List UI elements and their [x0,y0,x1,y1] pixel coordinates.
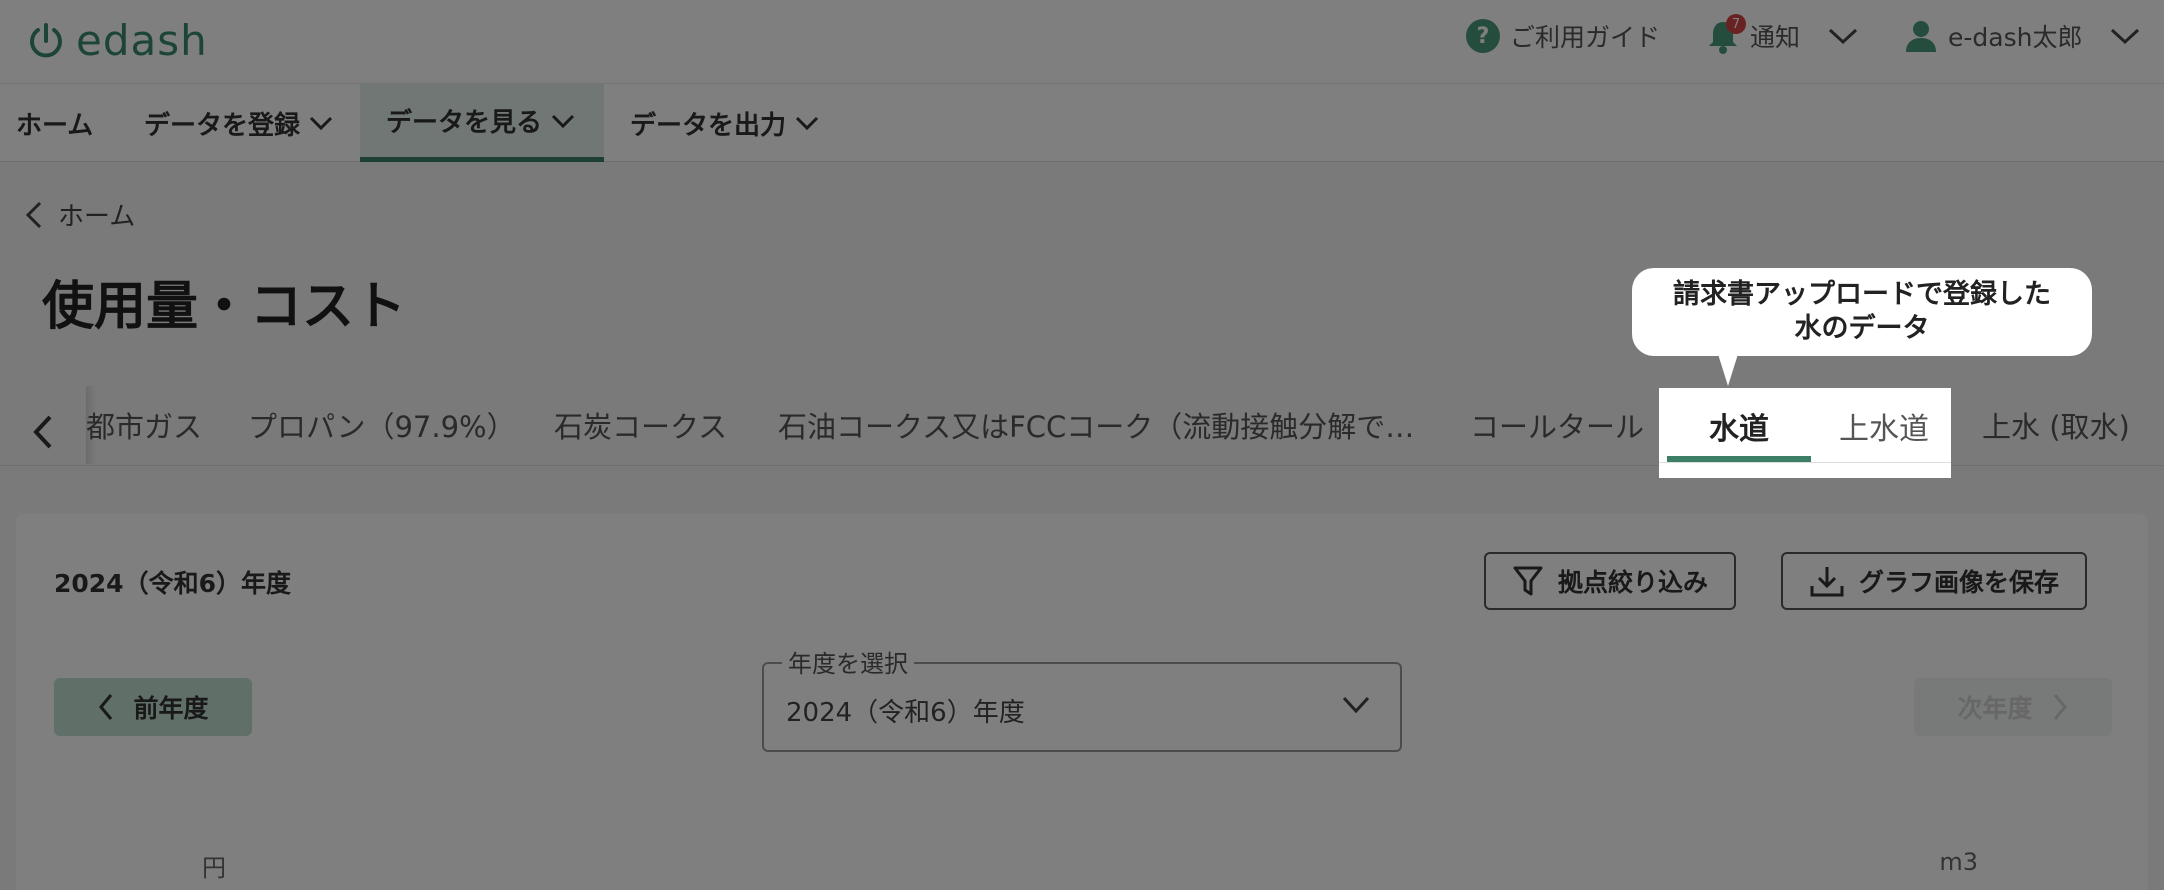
filter-sites-label: 拠点絞り込み [1558,568,1709,597]
chevron-left-icon [25,201,42,228]
user-name: e-dash太郎 [1948,23,2083,52]
chart-unit-right: m3 [1939,848,1978,876]
user-icon [1906,21,1936,52]
logo-text: edash [76,16,208,65]
tab-propane[interactable]: プロパン（97.9%） [248,404,516,446]
previous-year-button[interactable]: 前年度 [54,678,252,736]
tab-coal-tar[interactable]: コールタール [1470,404,1644,446]
nav-home-label: ホーム [16,110,94,141]
tab-city-gas[interactable]: 都市ガス [86,404,202,446]
page-title: 使用量・コスト [42,277,407,337]
chart-unit-left: 円 [202,854,226,882]
filter-icon [1513,566,1543,596]
user-menu[interactable]: e-dash太郎 [1904,18,2142,54]
year-select-legend: 年度を選択 [782,644,914,679]
nav-export-data[interactable]: データを出力 [604,84,846,162]
card-year-label: 2024（令和6）年度 [54,569,291,598]
year-select[interactable]: 年度を選択 2024（令和6）年度 [762,644,1402,752]
tab-water-intake[interactable]: 上水 (取水) [1982,404,2130,446]
breadcrumb[interactable]: ホーム [24,196,135,233]
next-year-button[interactable]: 次年度 [1914,678,2112,736]
nav-register-data[interactable]: データを登録 [118,84,360,162]
chevron-left-icon [99,694,113,720]
chevron-down-icon [551,114,575,128]
notification-badge: 7 [1726,14,1746,34]
tooltip-tail [1718,354,1738,386]
nav-view-data[interactable]: データを見る [360,84,604,162]
chevron-down-icon [795,116,819,131]
chevron-left-icon [33,415,52,449]
chevron-down-icon [2111,28,2140,45]
chevron-down-icon [1828,28,1858,45]
power-logo-icon [30,22,62,57]
chevron-down-icon [1342,696,1370,714]
tooltip-line-1: 請求書アップロードで登録した [1673,279,2051,310]
chevron-down-icon [309,116,333,131]
previous-year-label: 前年度 [133,694,209,723]
main-nav: ホーム データを登録 データを見る データを出力 [0,84,2164,162]
logo[interactable]: edash [26,16,208,65]
guide-label: ご利用ガイド [1510,23,1661,52]
tutorial-tooltip: 請求書アップロードで登録した 水のデータ [1632,268,2092,356]
help-icon: ? [1466,19,1500,53]
tab-tap-water[interactable]: 上水道 [1839,404,1929,448]
filter-sites-button[interactable]: 拠点絞り込み [1484,552,1737,610]
save-graph-button[interactable]: グラフ画像を保存 [1781,552,2088,610]
nav-export-label: データを出力 [630,110,787,141]
nav-register-label: データを登録 [144,110,301,141]
nav-view-label: データを見る [386,108,543,138]
tab-coal-coke[interactable]: 石炭コークス [554,404,727,446]
active-tab-indicator [1667,456,1811,462]
notifications-menu[interactable]: 7 通知 [1706,14,1860,54]
next-year-label: 次年度 [1957,694,2033,723]
chevron-right-icon [2053,694,2067,720]
highlighted-tab-group: 水道 上水道 [1659,388,1951,478]
download-icon [1810,567,1844,597]
bell-icon: 7 [1706,14,1746,54]
tooltip-line-2: 水のデータ [1794,313,1930,344]
save-graph-label: グラフ画像を保存 [1859,568,2060,597]
notifications-label: 通知 [1750,23,1801,52]
tab-water[interactable]: 水道 [1709,404,1769,448]
tab-divider [1659,462,1951,463]
top-header: edash ? ご利用ガイド 7 通知 e-dash太郎 [0,0,2164,84]
tab-petroleum-coke[interactable]: 石油コークス又はFCCコーク（流動接触分解で… [778,404,1414,446]
guide-link[interactable]: ? ご利用ガイド [1466,18,1660,54]
nav-home[interactable]: ホーム [0,84,119,162]
breadcrumb-home: ホーム [58,202,136,232]
year-select-value: 2024（令和6）年度 [786,698,1025,728]
usage-card: 2024（令和6）年度 拠点絞り込み グラフ画像を保存 前年度 年度を選択 20… [16,514,2148,890]
tabs-scroll-left[interactable] [30,402,92,462]
